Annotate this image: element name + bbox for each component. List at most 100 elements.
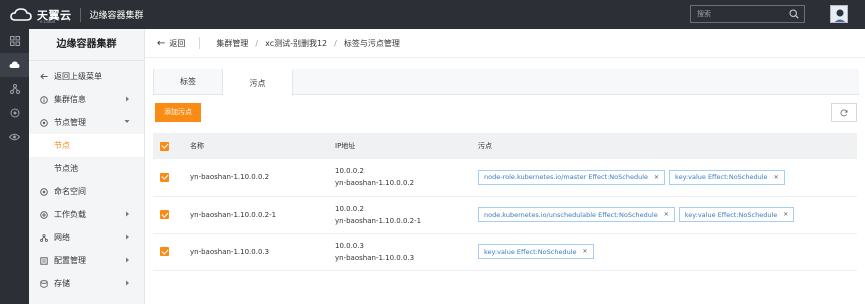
column-header-name: 名称 — [190, 142, 204, 150]
eye-icon — [9, 133, 20, 141]
breadcrumb-separator: / — [255, 38, 259, 48]
ip-address: 10.0.0.2 — [335, 167, 364, 176]
sidebar-item-label: 节点池 — [54, 164, 78, 173]
caret-right-icon — [126, 280, 129, 286]
refresh-icon — [840, 108, 848, 116]
sidebar-item-config[interactable]: 配置管理 — [29, 249, 144, 272]
info-icon — [39, 95, 48, 104]
taint-cell: node-role.kubernetes.io/master Effect:No… — [478, 159, 857, 197]
select-all-checkbox[interactable] — [160, 141, 169, 151]
sidebar-item-workload[interactable]: 工作负载 — [29, 203, 144, 226]
content-panel: 标签 污点 添加污点 名称 IP地址 污点 yn-baoshan-1.10.0.… — [153, 69, 859, 304]
cloud-logo-icon — [10, 7, 32, 21]
back-button[interactable]: ← 返回 — [157, 38, 185, 49]
breadcrumb-item-cluster-name[interactable]: xc测试-别删我12 — [265, 38, 327, 49]
table-row: yn-baoshan-1.10.0.0.2-1 10.0.0.2 yn-baos… — [153, 196, 857, 234]
taint-tag: key:value Effect:NoSchedule ✕ — [669, 169, 785, 185]
sidebar-item-cluster-info[interactable]: 集群信息 — [29, 88, 144, 111]
sidebar-item-label: 集群信息 — [54, 95, 86, 104]
rail-item-grid[interactable] — [0, 29, 29, 53]
node-name: yn-baoshan-1.10.0.0.2 — [190, 159, 335, 197]
ip-cell: 10.0.0.2 yn-baoshan-1.10.0.0.2-1 — [335, 196, 478, 234]
sidebar-item-namespace[interactable]: 命名空间 — [29, 180, 144, 203]
sidebar-item-label: 网络 — [54, 233, 70, 242]
column-header-ip: IP地址 — [335, 142, 356, 150]
node-icon — [39, 118, 48, 127]
close-icon[interactable]: ✕ — [774, 174, 779, 181]
ip-cell: 10.0.0.3 yn-baoshan-1.10.0.0.3 — [335, 233, 478, 271]
sidebar-item-label: 存储 — [54, 279, 70, 288]
workload-icon — [39, 210, 48, 219]
sidebar-item-storage[interactable]: 存储 — [29, 272, 144, 295]
close-icon[interactable]: ✕ — [654, 174, 659, 181]
app-title: 边缘容器集群 — [89, 11, 144, 21]
row-checkbox[interactable] — [160, 172, 169, 182]
rail-item-eye[interactable] — [0, 125, 29, 149]
taint-tag: node.kubernetes.io/unschedulable Effect:… — [478, 207, 675, 222]
arrow-left-icon — [39, 72, 48, 81]
main-content: ← 返回 集群管理 / xc测试-别删我12 / 标签与污点管理 标签 污点 添… — [145, 29, 865, 304]
select-all-cell — [153, 133, 190, 159]
breadcrumb-item-cluster-management[interactable]: 集群管理 — [216, 38, 248, 49]
monitor-icon — [10, 108, 19, 118]
taint-tag: key:value Effect:NoSchedule ✕ — [478, 244, 594, 259]
sidebar-back[interactable]: 返回上级菜单 — [29, 65, 144, 88]
top-divider — [79, 7, 81, 22]
taint-tag-label: node.kubernetes.io/unschedulable Effect:… — [484, 210, 658, 219]
caret-right-icon — [126, 257, 129, 263]
close-icon[interactable]: ✕ — [583, 248, 588, 255]
sidebar-item-node-pool[interactable]: 节点池 — [29, 157, 144, 180]
tab-labels[interactable]: 标签 — [153, 69, 223, 95]
storage-icon — [39, 279, 48, 288]
rail-item-cloud[interactable] — [0, 53, 29, 77]
host-name: yn-baoshan-1.10.0.0.3 — [335, 253, 415, 262]
sidebar-title: 边缘容器集群 — [29, 29, 144, 61]
rail-item-network[interactable] — [0, 77, 29, 101]
sidebar-item-network[interactable]: 网络 — [29, 226, 144, 249]
cloud-icon — [9, 61, 20, 68]
row-checkbox-cell — [153, 159, 190, 197]
ip-address: 10.0.0.3 — [335, 241, 364, 250]
avatar[interactable] — [830, 5, 848, 23]
taint-tag-label: key:value Effect:NoSchedule — [484, 247, 577, 256]
row-checkbox[interactable] — [160, 210, 169, 219]
search-icon[interactable] — [789, 9, 799, 19]
search-input[interactable] — [691, 10, 786, 18]
tab-taints[interactable]: 污点 — [223, 69, 293, 96]
refresh-button[interactable] — [831, 103, 857, 122]
ip-cell: 10.0.0.2 yn-baoshan-1.10.0.0.2 — [335, 159, 478, 197]
column-header-taint: 污点 — [478, 142, 492, 150]
breadcrumb-separator: / — [334, 38, 337, 48]
taint-tag: key:value Effect:NoSchedule ✕ — [678, 207, 795, 222]
table-row: yn-baoshan-1.10.0.0.2 10.0.0.2 yn-baosha… — [153, 159, 857, 197]
taint-tag-label: key:value Effect:NoSchedule — [684, 210, 778, 219]
sidebar-item-node-management[interactable]: 节点管理 — [29, 111, 144, 134]
sidebar-item-nodes[interactable]: 节点 — [29, 134, 144, 157]
taint-cell: node.kubernetes.io/unschedulable Effect:… — [478, 196, 857, 234]
taint-cell: key:value Effect:NoSchedule ✕ — [478, 233, 857, 271]
caret-right-icon — [126, 234, 129, 240]
sidebar-item-label: 工作负载 — [54, 210, 86, 219]
table-row: yn-baoshan-1.10.0.0.3 10.0.0.3 yn-baosha… — [153, 233, 857, 271]
search-box[interactable] — [690, 5, 805, 23]
close-icon[interactable]: ✕ — [664, 211, 669, 218]
sidebar: 边缘容器集群 返回上级菜单 集群信息 节点管理 节点 节点池 命名空间 工作负载… — [29, 29, 145, 304]
rail-item-monitor[interactable] — [0, 101, 29, 125]
brand-logo[interactable]: 天翼云 — [10, 0, 72, 29]
breadcrumb-divider — [199, 37, 201, 49]
row-checkbox-cell — [153, 233, 190, 271]
grid-icon — [9, 36, 20, 46]
row-checkbox[interactable] — [160, 247, 169, 256]
network-icon — [9, 84, 20, 94]
add-taint-button[interactable]: 添加污点 — [155, 103, 201, 122]
host-name: yn-baoshan-1.10.0.0.2 — [335, 179, 415, 188]
namespace-icon — [39, 187, 48, 196]
close-icon[interactable]: ✕ — [783, 211, 788, 218]
breadcrumb-item-current: 标签与污点管理 — [343, 38, 400, 48]
host-name: yn-baoshan-1.10.0.0.2-1 — [335, 216, 422, 225]
sidebar-item-label: 命名空间 — [54, 187, 86, 196]
taint-table: 名称 IP地址 污点 yn-baoshan-1.10.0.0.2 10.0.0.… — [153, 133, 857, 271]
top-bar: 天翼云 e.Cloud 边缘容器集群 — [0, 0, 865, 29]
arrow-left-icon: ← — [157, 37, 166, 49]
toolbar: 添加污点 — [153, 95, 859, 133]
